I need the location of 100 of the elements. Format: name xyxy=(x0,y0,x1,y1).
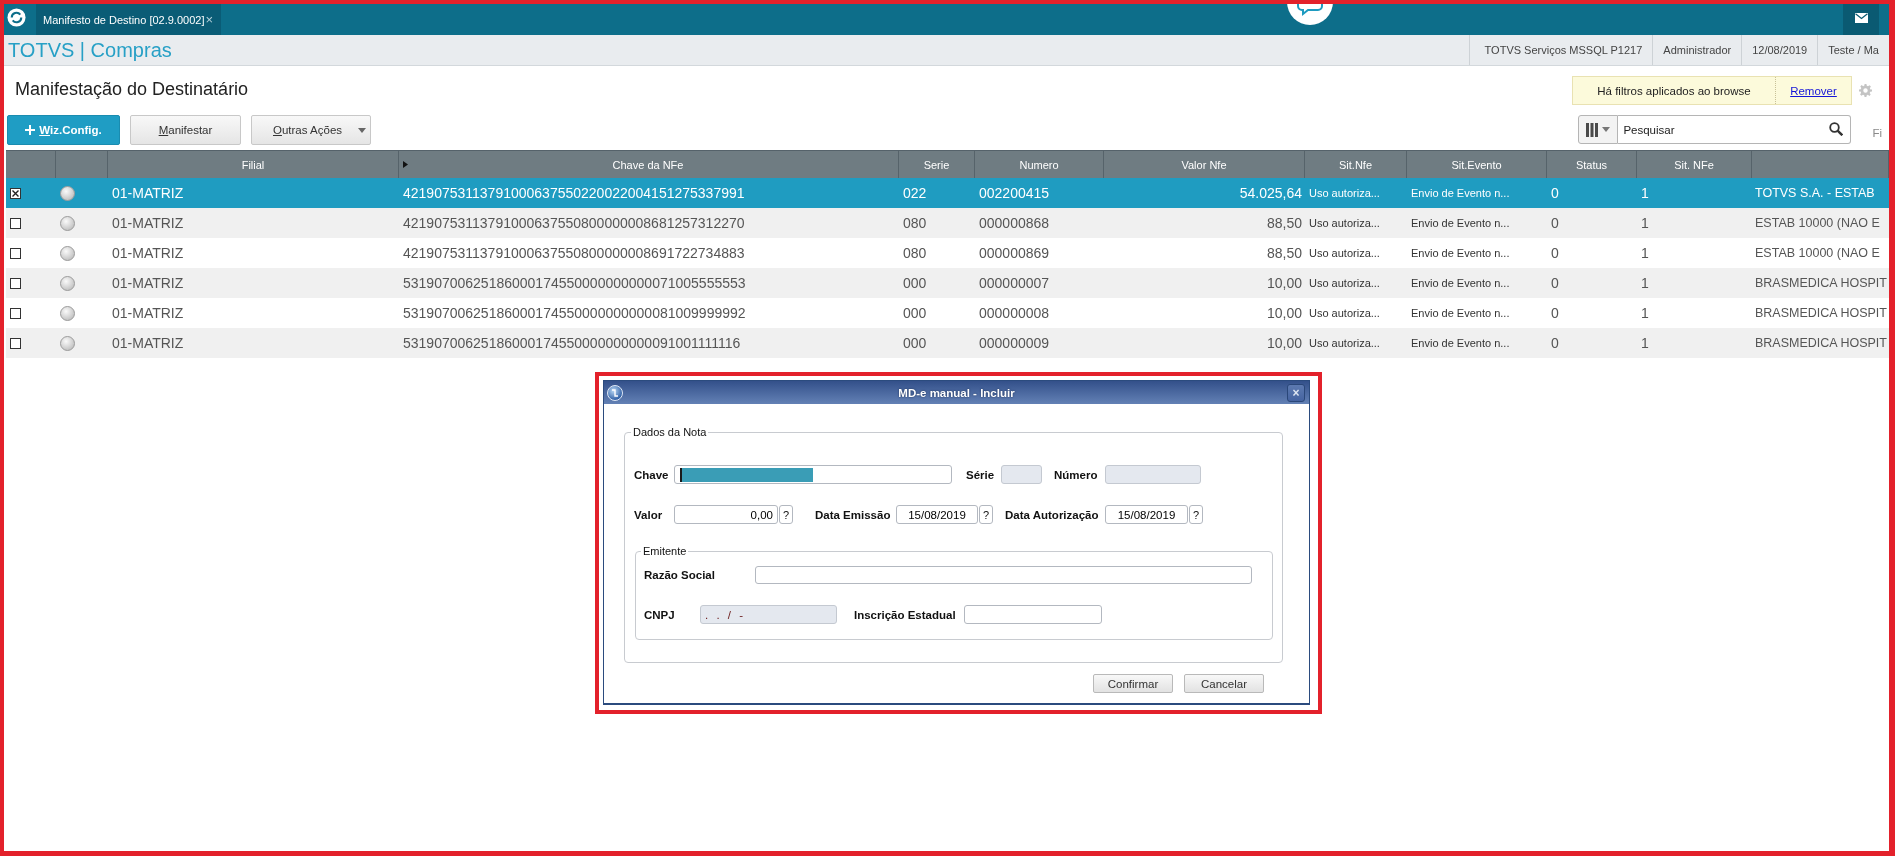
table-cell-text: 42190753113791000637550800000008681257312270 xyxy=(402,215,746,231)
table-cell-text: 0 xyxy=(1550,245,1560,261)
table-cell-text: 10,00 xyxy=(1265,335,1303,351)
table-cell-text: BRASMEDICA HOSPIT xyxy=(1754,306,1888,320)
checkbox[interactable] xyxy=(10,277,21,289)
table-cell-text: 01-MATRIZ xyxy=(111,245,185,261)
table-cell-text: 42190753113791000637550800000008691722734883 xyxy=(402,245,746,261)
help-button[interactable]: ? xyxy=(779,505,793,524)
table-row[interactable]: 01-MATRIZ 42190753113791000637550800000008681257312270 080 000000868 88,50 Uso autoriza... Envio de Evento n... 0 1 ESTAB 10000 (NAO E xyxy=(6,208,1889,238)
table-cell-text: 000000869 xyxy=(978,245,1051,261)
table-cell-text: 080 xyxy=(902,215,928,231)
table-cell-text: 0 xyxy=(1550,215,1560,231)
caret-down-icon xyxy=(358,127,366,133)
plus-icon xyxy=(25,125,36,135)
input-field[interactable]: 15/08/2019 xyxy=(1105,505,1188,524)
table-cell-text: Envio de Evento n... xyxy=(1410,187,1511,199)
table-cell-text: 1 xyxy=(1640,185,1650,201)
table-cell-text: 0 xyxy=(1550,275,1560,291)
brand-title: TOTVS | Compras xyxy=(8,38,172,62)
table-cell-text: 000 xyxy=(902,275,928,291)
group-legend: Emitente xyxy=(641,544,689,558)
column-selector-button[interactable] xyxy=(1578,115,1619,144)
table-cell-text: 000000007 xyxy=(978,275,1051,291)
search-icon[interactable] xyxy=(1829,122,1844,136)
action-button[interactable]: Outras Ações xyxy=(251,115,371,145)
field-label: Número xyxy=(1054,468,1098,481)
checkbox[interactable] xyxy=(10,337,21,349)
input-field[interactable] xyxy=(964,605,1102,624)
table-cell-text: Uso autoriza... xyxy=(1308,307,1381,319)
input-field[interactable] xyxy=(674,465,952,484)
table-cell-text: Envio de Evento n... xyxy=(1410,337,1511,349)
field-label: Série xyxy=(966,468,995,481)
table-cell-text: 53190700625186000174550000000000081009999992 xyxy=(402,305,747,321)
columns-icon xyxy=(1586,122,1599,137)
table-row[interactable]: 01-MATRIZ 53190700625186000174550000000000071005555553 000 000000007 10,00 Uso autoriza... Envio de Evento n... 0 1 BRASMEDICA HOSPIT xyxy=(6,268,1889,298)
app-icon xyxy=(607,384,623,401)
table-cell-text: 022 xyxy=(902,185,928,201)
field-label: Data Emissão xyxy=(815,508,891,521)
remove-link[interactable]: Remover xyxy=(1790,84,1837,97)
filter-notice-text: Há filtros aplicados ao browse xyxy=(1597,84,1751,97)
table-cell-text: 88,50 xyxy=(1265,215,1303,231)
checkbox[interactable] xyxy=(10,307,21,319)
table-cell-text: 10,00 xyxy=(1265,275,1303,291)
truncated-label: Fi xyxy=(1872,126,1882,139)
table-cell-text: Uso autoriza... xyxy=(1308,247,1381,259)
header-info: TOTVS Serviços MSSQL P1217 xyxy=(1484,44,1643,56)
input-field[interactable]: 15/08/2019 xyxy=(896,505,978,524)
logo-icon[interactable] xyxy=(7,8,26,27)
header-info: Teste / Ma xyxy=(1828,44,1879,56)
action-button[interactable]: Manifestar xyxy=(130,115,241,145)
table-cell-text: 1 xyxy=(1640,305,1650,321)
table-cell-text: Uso autoriza... xyxy=(1308,187,1381,199)
checkbox[interactable] xyxy=(10,187,21,199)
group-legend: Dados da Nota xyxy=(631,425,709,439)
table-cell-text: 000000009 xyxy=(978,335,1051,351)
table-row[interactable]: 01-MATRIZ 53190700625186000174550000000000091001111116 000 000000009 10,00 Uso autoriza... Envio de Evento n... 0 1 BRASMEDICA HOSPIT xyxy=(6,328,1889,358)
table-cell-text: 000000868 xyxy=(978,215,1051,231)
table-cell-text: Uso autoriza... xyxy=(1308,277,1381,289)
table-cell-text: 1 xyxy=(1640,335,1650,351)
table-cell-text: 01-MATRIZ xyxy=(111,335,185,351)
circle-icon xyxy=(60,215,75,231)
table-cell-text: 1 xyxy=(1640,245,1650,261)
table-cell-text: Envio de Evento n... xyxy=(1410,217,1511,229)
table-cell-text: Uso autoriza... xyxy=(1308,217,1381,229)
table-cell-text: 42190753113791000637550220022004151275337991 xyxy=(402,185,746,201)
caret-down-icon xyxy=(1602,127,1611,132)
checkbox[interactable] xyxy=(10,217,21,229)
circle-icon xyxy=(60,275,75,291)
field-label: Chave xyxy=(634,468,669,481)
field-label: Valor xyxy=(634,508,663,521)
table-cell-text: 1 xyxy=(1640,275,1650,291)
close-button[interactable]: × xyxy=(205,13,213,26)
circle-icon xyxy=(60,185,75,201)
table-cell-text: Envio de Evento n... xyxy=(1410,307,1511,319)
checkbox[interactable] xyxy=(10,247,21,259)
help-button[interactable]: ? xyxy=(1189,505,1203,524)
close-button[interactable]: × xyxy=(1287,383,1305,402)
help-button[interactable]: ? xyxy=(979,505,993,524)
table-cell-text: ESTAB 10000 (NAO E xyxy=(1754,246,1881,260)
dialog-title: MD-e manual - Incluir xyxy=(898,386,1015,399)
header-info: Administrador xyxy=(1663,44,1732,56)
field-label: Inscrição Estadual xyxy=(854,608,956,621)
table-cell-text: ESTAB 10000 (NAO E xyxy=(1754,216,1881,230)
search-field[interactable]: Pesquisar xyxy=(1618,115,1852,144)
table-cell-text: BRASMEDICA HOSPIT xyxy=(1754,336,1888,350)
table-cell-text: 53190700625186000174550000000000091001111116 xyxy=(402,335,742,351)
table-cell-text: 01-MATRIZ xyxy=(111,215,185,231)
table-cell-text: Envio de Evento n... xyxy=(1410,277,1511,289)
table-cell-text: 000000008 xyxy=(978,305,1051,321)
field-label: Razão Social xyxy=(644,568,715,581)
header-info: 12/08/2019 xyxy=(1752,44,1808,56)
circle-icon xyxy=(60,245,75,261)
table-cell-text: 080 xyxy=(902,245,928,261)
dialog-button[interactable]: Confirmar xyxy=(1093,674,1173,693)
table-cell-text: BRASMEDICA HOSPIT xyxy=(1754,276,1888,290)
input-field[interactable]: 0,00 xyxy=(674,505,778,524)
dialog-button[interactable]: Cancelar xyxy=(1184,674,1264,693)
input-field[interactable] xyxy=(755,565,1252,584)
table-cell-text: 01-MATRIZ xyxy=(111,185,185,201)
field-label: CNPJ xyxy=(644,608,675,621)
